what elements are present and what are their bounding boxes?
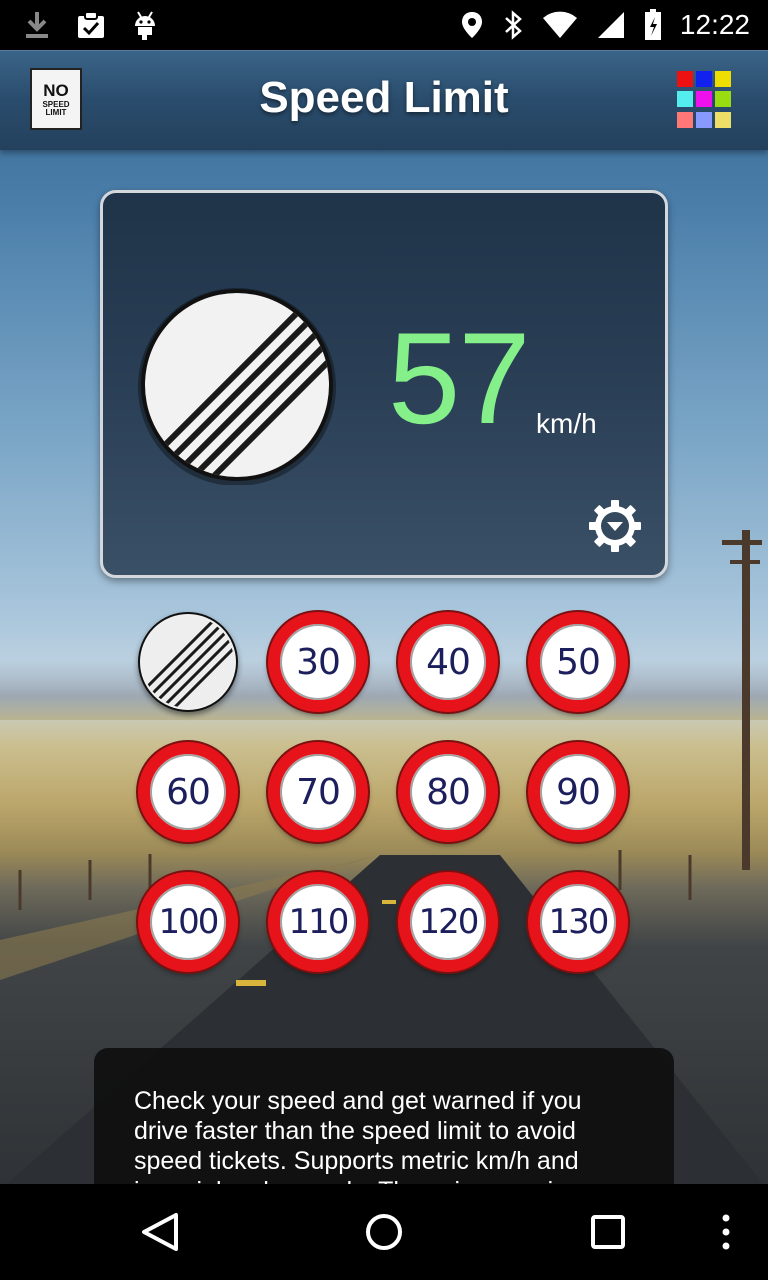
limit-label: 120	[418, 902, 480, 942]
limit-button-80[interactable]: 80	[398, 742, 498, 842]
limit-button-50[interactable]: 50	[528, 612, 628, 712]
wifi-icon	[542, 11, 577, 38]
background-road-image	[0, 0, 768, 1184]
limit-button-70[interactable]: 70	[268, 742, 368, 842]
speed-panel: 57 km/h	[100, 190, 668, 578]
limit-button-60[interactable]: 60	[138, 742, 238, 842]
limit-label: 50	[556, 641, 601, 683]
limit-label: 90	[556, 771, 601, 813]
gear-dropdown-icon[interactable]	[587, 498, 643, 554]
apps-grid-square	[677, 91, 693, 108]
clipboard-check-icon	[78, 11, 104, 38]
no-speed-limit-icon	[142, 616, 234, 708]
apps-grid-square	[715, 111, 731, 128]
battery-icon	[644, 9, 661, 40]
cell-signal-icon	[597, 12, 624, 38]
location-icon	[461, 12, 482, 38]
more-icon[interactable]	[718, 1212, 734, 1252]
limit-button-100[interactable]: 100	[138, 872, 238, 972]
apps-grid-square	[696, 91, 712, 108]
status-time: 12:22	[679, 9, 750, 40]
limit-label: 40	[426, 641, 471, 683]
page-title: Speed Limit	[259, 73, 509, 122]
limit-label: 110	[288, 902, 350, 942]
no-speed-limit-sign	[138, 288, 336, 485]
home-icon[interactable]	[364, 1212, 404, 1252]
limit-label: 130	[548, 902, 610, 942]
limit-button-130[interactable]: 130	[528, 872, 628, 972]
apps-grid-square	[715, 91, 731, 108]
app-bar: NO SPEED LIMIT Speed Limit	[0, 50, 768, 150]
limit-label: 70	[296, 771, 341, 813]
speed-limit-grid: 30 40 50 60 70 80 90 100 110 120 130	[138, 612, 630, 972]
apps-grid-square	[696, 111, 712, 128]
bluetooth-icon	[505, 10, 522, 40]
status-bar: 12:22	[0, 0, 768, 50]
back-icon[interactable]	[140, 1212, 180, 1252]
limit-button-90[interactable]: 90	[528, 742, 628, 842]
apps-grid-square	[696, 71, 712, 87]
android-icon	[135, 11, 155, 40]
more-apps-grid-icon[interactable]	[677, 71, 735, 129]
apps-grid-square	[677, 71, 693, 87]
navigation-bar	[0, 1184, 768, 1280]
current-speed-value: 57	[388, 305, 531, 451]
limit-button-30[interactable]: 30	[268, 612, 368, 712]
limit-label: 30	[296, 641, 341, 683]
limit-label: 80	[426, 771, 471, 813]
apps-grid-square	[677, 111, 693, 128]
limit-label: 60	[166, 771, 211, 813]
limit-label: 100	[158, 902, 220, 942]
limit-button-110[interactable]: 110	[268, 872, 368, 972]
limit-button-120[interactable]: 120	[398, 872, 498, 972]
download-icon	[26, 12, 48, 38]
limit-button-no-limit[interactable]	[138, 612, 238, 712]
speed-unit: km/h	[536, 408, 597, 439]
limit-button-40[interactable]: 40	[398, 612, 498, 712]
apps-grid-square	[715, 71, 731, 87]
recents-icon[interactable]	[590, 1214, 626, 1250]
